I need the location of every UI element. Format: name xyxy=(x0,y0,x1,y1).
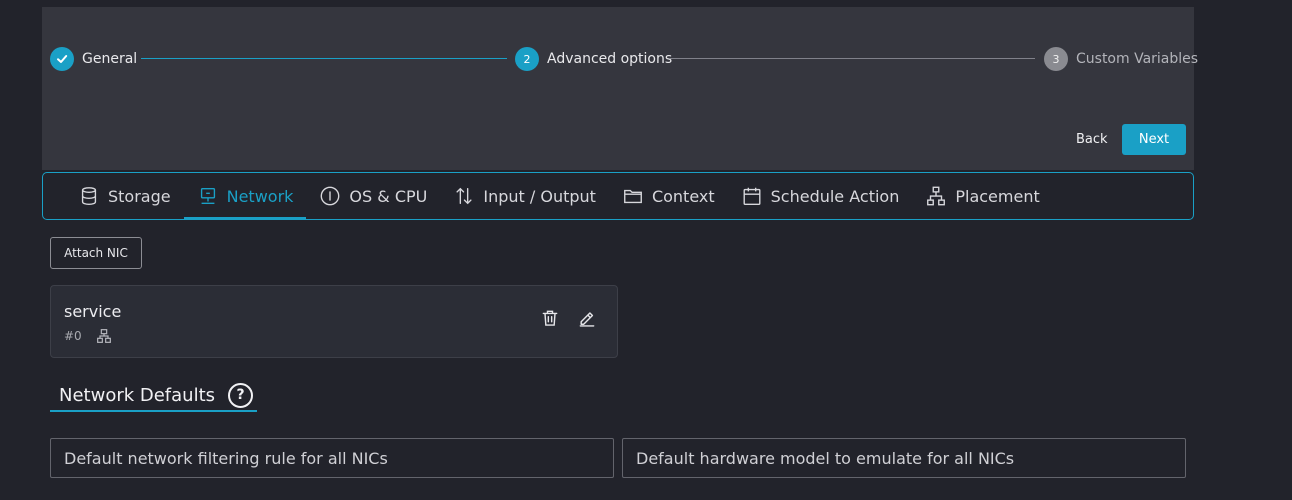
step-advanced-options[interactable]: 2 Advanced options xyxy=(515,47,672,71)
step-label: General xyxy=(82,51,138,67)
tab-network[interactable]: Network xyxy=(183,173,307,219)
tab-storage[interactable]: Storage xyxy=(65,173,184,219)
nic-index: #0 xyxy=(64,329,82,343)
check-icon xyxy=(50,47,74,71)
attach-nic-button[interactable]: Attach NIC xyxy=(50,237,142,269)
back-button[interactable]: Back xyxy=(1062,124,1122,155)
delete-nic-button[interactable] xyxy=(538,306,562,330)
tab-os-cpu[interactable]: OS & CPU xyxy=(306,173,440,219)
default-model-input[interactable] xyxy=(622,438,1186,478)
tab-label: OS & CPU xyxy=(349,186,428,206)
step-label: Custom Variables xyxy=(1076,51,1199,67)
next-button[interactable]: Next xyxy=(1122,124,1186,155)
folder-icon xyxy=(624,189,642,204)
network-icon xyxy=(200,187,215,205)
calendar-icon xyxy=(743,187,761,205)
step-general[interactable]: General xyxy=(50,47,137,71)
info-icon xyxy=(321,186,340,206)
step-number: 3 xyxy=(1044,47,1068,71)
help-icon[interactable]: ? xyxy=(228,382,254,408)
tab-context[interactable]: Context xyxy=(609,173,728,219)
tab-label: Schedule Action xyxy=(770,186,900,206)
tab-label: Storage xyxy=(108,186,171,206)
tab-schedule-action[interactable]: Schedule Action xyxy=(728,173,913,219)
step-label: Advanced options xyxy=(547,51,673,67)
tab-label: Placement xyxy=(955,186,1040,206)
section-title-text: Network Defaults xyxy=(59,384,216,406)
tab-bar: Storage Network OS & CPU Input / Output … xyxy=(42,172,1194,220)
hierarchy-icon xyxy=(96,329,111,343)
nic-name: service xyxy=(64,302,122,321)
step-number: 2 xyxy=(515,47,539,71)
nic-card: service #0 xyxy=(50,285,618,358)
tab-label: Network xyxy=(226,186,294,206)
edit-nic-button[interactable] xyxy=(575,306,599,330)
tab-placement[interactable]: Placement xyxy=(912,173,1052,219)
tab-label: Input / Output xyxy=(483,186,596,206)
default-filter-input[interactable] xyxy=(50,438,614,478)
trash-icon xyxy=(542,310,558,326)
tab-input-output[interactable]: Input / Output xyxy=(440,173,609,219)
pencil-icon xyxy=(579,312,595,327)
step-connector xyxy=(141,58,507,59)
tab-label: Context xyxy=(651,186,715,206)
step-connector xyxy=(669,58,1035,59)
network-defaults-title: Network Defaults ? xyxy=(50,380,257,412)
arrows-up-down-icon xyxy=(456,187,472,205)
hierarchy-icon xyxy=(927,186,946,206)
stepper-panel: General 2 Advanced options 3 Custom Vari… xyxy=(42,7,1198,170)
nic-meta: #0 xyxy=(64,328,112,344)
step-custom-variables[interactable]: 3 Custom Variables xyxy=(1044,47,1198,71)
database-icon xyxy=(81,187,97,205)
